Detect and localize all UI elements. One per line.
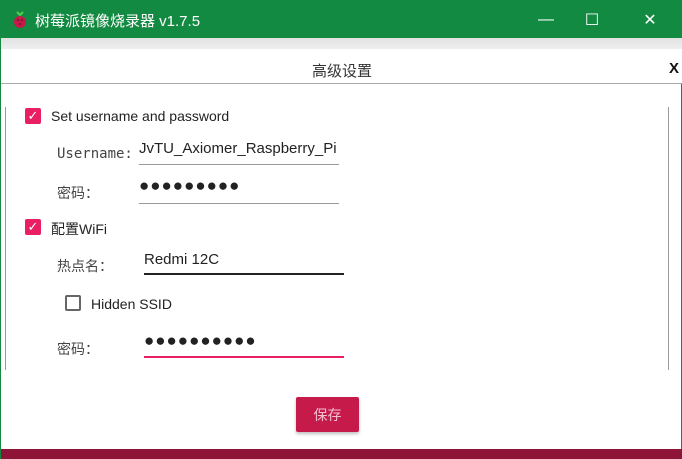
username-underline (139, 164, 339, 165)
divider-strip (1, 38, 682, 49)
wifi-password-label: 密码： (57, 342, 99, 358)
set-user-checkbox[interactable]: ✓ (25, 108, 41, 124)
username-input[interactable]: JvTU_Axiomer_Raspberry_Pi (139, 140, 337, 157)
title-bar: 树莓派镜像烧录器 v1.7.5 — ☐ ✕ (1, 1, 682, 38)
wifi-checkbox[interactable]: ✓ (25, 219, 41, 235)
dialog-close-button[interactable]: X (669, 60, 679, 77)
minimize-button[interactable]: — (523, 1, 569, 38)
hidden-ssid-label: Hidden SSID (91, 296, 172, 312)
dialog-title: 高级设置 (311, 63, 372, 80)
hidden-ssid-checkbox[interactable] (65, 295, 81, 311)
set-user-label: Set username and password (51, 108, 230, 124)
save-button[interactable]: 保存 (296, 397, 359, 432)
bottom-bar (1, 449, 682, 459)
wifi-label: 配置WiFi (51, 221, 107, 237)
wifi-password-underline (144, 356, 344, 358)
user-password-input[interactable]: ●●●●●●●●● (139, 176, 240, 196)
maximize-button[interactable]: ☐ (569, 1, 615, 38)
app-title: 树莓派镜像烧录器 v1.7.5 (35, 13, 201, 30)
raspberry-logo-icon (14, 11, 26, 28)
ssid-label: 热点名： (57, 259, 113, 275)
dialog-header: 高级设置 X (1, 49, 682, 84)
user-password-underline (139, 203, 339, 204)
user-password-label: 密码： (57, 186, 99, 202)
wifi-password-input[interactable]: ●●●●●●●●●● (144, 331, 257, 351)
ssid-input[interactable]: Redmi 12C (144, 251, 219, 268)
ssid-underline (144, 273, 344, 275)
username-label: Username: (57, 146, 133, 162)
close-window-button[interactable]: ✕ (627, 1, 673, 38)
